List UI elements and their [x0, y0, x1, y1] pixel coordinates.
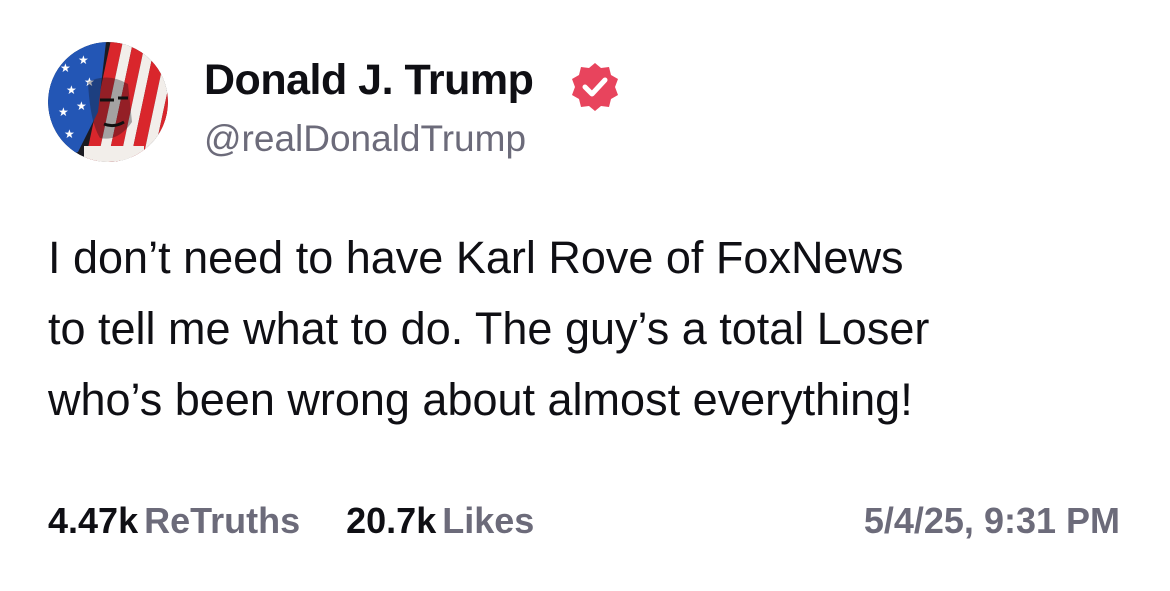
post-body-line: to tell me what to do. The guy’s a total…	[48, 303, 930, 354]
svg-text:★: ★	[76, 99, 87, 113]
retruths-label: ReTruths	[144, 500, 301, 541]
post-stats: 4.47k ReTruths 20.7k Likes	[48, 500, 570, 542]
truth-post: ★ ★ ★ ★ ★ ★ ★ Donald J. Trump	[0, 0, 1170, 591]
likes-label: Likes	[442, 500, 535, 541]
svg-text:★: ★	[66, 83, 77, 97]
svg-text:★: ★	[78, 53, 89, 67]
retruths-stat[interactable]: 4.47k ReTruths	[48, 500, 300, 542]
author-display-name[interactable]: Donald J. Trump	[204, 56, 534, 105]
svg-text:★: ★	[60, 61, 71, 75]
post-timestamp[interactable]: 5/4/25, 9:31 PM	[864, 500, 1120, 542]
post-body: I don’t need to have Karl Rove of FoxNew…	[48, 222, 1138, 435]
retruths-count: 4.47k	[48, 500, 139, 541]
svg-text:★: ★	[64, 127, 75, 141]
post-body-line: who’s been wrong about almost everything…	[48, 374, 913, 425]
likes-stat[interactable]: 20.7k Likes	[346, 500, 534, 542]
post-body-line: I don’t need to have Karl Rove of FoxNew…	[48, 232, 904, 283]
svg-text:★: ★	[58, 105, 69, 119]
flag-portrait-avatar: ★ ★ ★ ★ ★ ★ ★	[48, 42, 168, 162]
verified-badge-icon	[568, 60, 622, 114]
likes-count: 20.7k	[346, 500, 437, 541]
author-handle[interactable]: @realDonaldTrump	[204, 118, 526, 160]
author-avatar[interactable]: ★ ★ ★ ★ ★ ★ ★	[48, 42, 168, 162]
